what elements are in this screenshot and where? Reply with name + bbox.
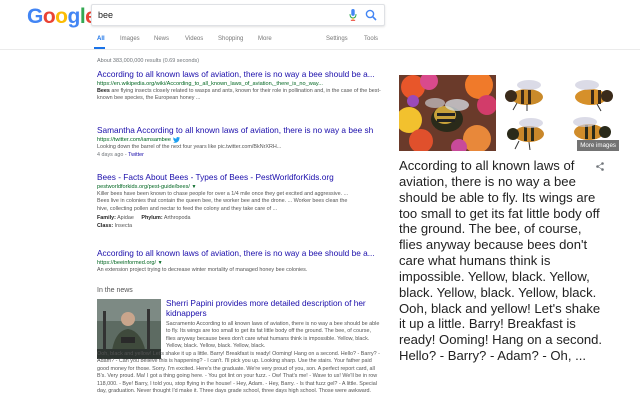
- news-thumbnail-image: [97, 299, 161, 359]
- search-box: [91, 4, 385, 26]
- tab-videos[interactable]: Videos: [185, 36, 203, 42]
- result-url: https://twitter.com/iamsambee: [97, 137, 171, 143]
- fact-label: Phylum:: [141, 215, 163, 222]
- fact-label: Family:: [97, 215, 116, 222]
- knowledge-panel-description: According to all known laws of aviation,…: [399, 158, 603, 364]
- search-icon[interactable]: [365, 9, 377, 21]
- result-snippet: Bees are flying insects closely related …: [97, 88, 387, 103]
- result-title[interactable]: According to all known laws of aviation,…: [97, 69, 387, 80]
- header: Google: [0, 0, 640, 30]
- logo-letter: g: [67, 5, 81, 28]
- fact-label: Class:: [97, 222, 114, 229]
- search-input[interactable]: [92, 5, 342, 25]
- caret-down-icon[interactable]: ▼: [192, 184, 197, 190]
- fact-value: Insecta: [114, 222, 133, 229]
- tab-more[interactable]: More: [258, 36, 272, 42]
- result-url-row: pestworldforkids.org/pest-guide/bees/ ▼: [97, 183, 387, 191]
- result-url: https://en.wikipedia.org/wiki/According_…: [97, 81, 323, 87]
- result-source-link[interactable]: Twitter: [128, 152, 144, 158]
- result-facts: Family: Apidae Phylum: Arthropoda: [97, 215, 387, 222]
- search-result: According to all known laws of aviation,…: [97, 248, 387, 274]
- google-logo[interactable]: Google: [27, 5, 97, 29]
- result-title[interactable]: Bees - Facts About Bees - Types of Bees …: [97, 172, 387, 183]
- logo-letter: G: [27, 5, 43, 28]
- result-url: https://beeinformed.org/: [97, 260, 157, 266]
- logo-letter: o: [55, 5, 68, 28]
- result-snippet-line: Killer bees have been known to chase peo…: [97, 191, 349, 197]
- news-snippet: Sacramento According to all known laws o…: [166, 321, 380, 350]
- tab-news[interactable]: News: [154, 36, 169, 42]
- bee-image[interactable]: [499, 114, 559, 151]
- caret-down-icon[interactable]: ▼: [158, 260, 163, 266]
- news-heading: In the news: [97, 287, 133, 294]
- tab-all[interactable]: All: [97, 36, 105, 42]
- tab-settings[interactable]: Settings: [326, 36, 348, 42]
- result-url: pestworldforkids.org/pest-guide/bees/: [97, 184, 190, 190]
- search-result: Samantha According to all known laws of …: [97, 125, 387, 159]
- result-title[interactable]: According to all known laws of aviation,…: [97, 248, 387, 259]
- fact-value: Apidae: [117, 215, 134, 222]
- tab-shopping[interactable]: Shopping: [218, 36, 243, 42]
- bee-image[interactable]: More images: [559, 114, 619, 151]
- more-images-button[interactable]: More images: [577, 140, 619, 151]
- result-snippet-line: hive, collecting pollen and nectar to fe…: [97, 205, 278, 212]
- result-url-row: https://twitter.com/iamsambee: [97, 136, 387, 144]
- bee-image[interactable]: [559, 75, 619, 112]
- tab-tools[interactable]: Tools: [364, 36, 378, 42]
- snippet-bold: Bees: [97, 88, 110, 94]
- active-tab-indicator: [94, 47, 105, 49]
- result-snippet: An extension project trying to decrease …: [97, 267, 308, 273]
- result-title[interactable]: Samantha According to all known laws of …: [97, 125, 387, 136]
- search-result: According to all known laws of aviation,…: [97, 69, 387, 103]
- logo-letter: o: [42, 5, 56, 28]
- snippet-text: are flying insects closely related to wa…: [97, 88, 381, 102]
- result-url-row: https://beeinformed.org/ ▼: [97, 259, 387, 267]
- result-facts: Class: Insecta: [97, 223, 387, 230]
- knowledge-panel-images: More images: [399, 75, 619, 151]
- fact-value: Arthropoda: [163, 215, 191, 222]
- search-tabs: All Images News Videos Shopping More Set…: [0, 30, 640, 50]
- search-result: Bees - Facts About Bees - Types of Bees …: [97, 172, 387, 230]
- tab-images[interactable]: Images: [120, 36, 140, 42]
- twitter-icon: [172, 136, 180, 143]
- result-snippet-line: Bees live in colonies that contain the q…: [97, 198, 348, 205]
- result-time: 4 days ago: [97, 152, 124, 159]
- result-meta: 4 days ago - Twitter: [97, 152, 144, 159]
- news-title[interactable]: Sherri Papini provides more detailed des…: [166, 298, 381, 318]
- result-snippet: Looking down the barrel of the next four…: [97, 144, 282, 150]
- news-snippet-continued: Ooh, black and yellow! Let's shake it up…: [97, 351, 380, 395]
- result-stats: About 383,000,000 results (0.69 seconds): [97, 58, 200, 64]
- mic-icon[interactable]: [348, 9, 358, 21]
- news-thumbnail[interactable]: [97, 299, 161, 359]
- bee-image[interactable]: [499, 75, 559, 112]
- bee-on-flowers-image[interactable]: [399, 75, 496, 151]
